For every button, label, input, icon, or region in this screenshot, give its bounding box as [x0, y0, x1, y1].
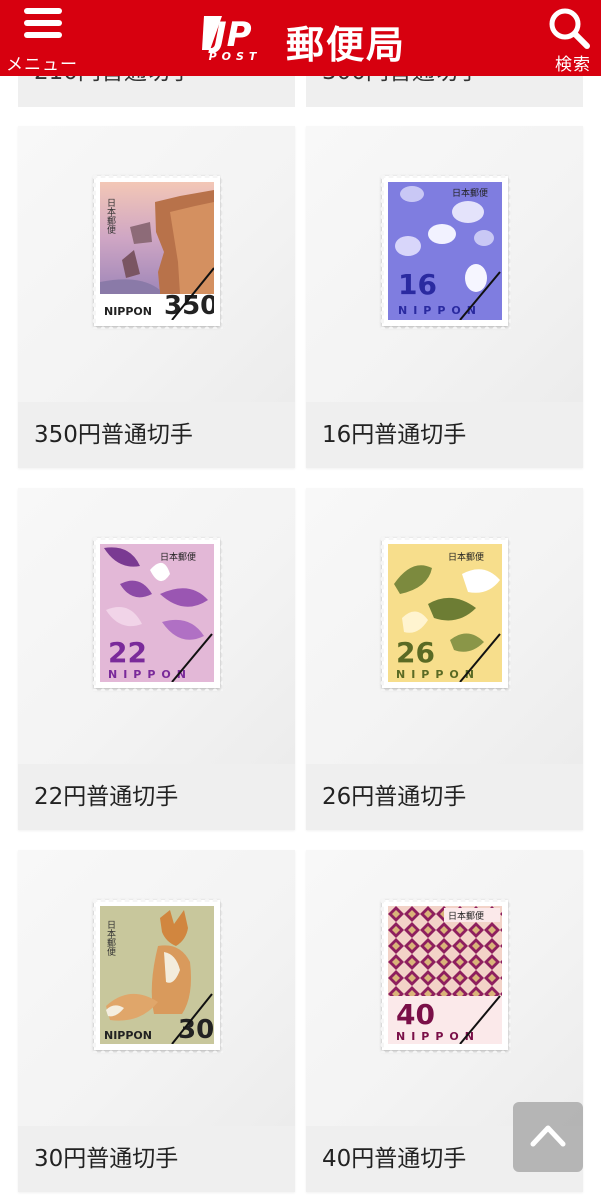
product-image-area: 日本郵便 22 NIPPON	[18, 488, 295, 764]
svg-text:日本郵便: 日本郵便	[105, 198, 116, 235]
svg-text:NIPPON: NIPPON	[104, 305, 152, 318]
product-image-area: 日本郵便 NIPPON 350	[18, 126, 295, 402]
chevron-up-icon	[530, 1125, 566, 1147]
stamp-artwork-fox: 日本郵便 NIPPON 30	[100, 906, 214, 1044]
product-image-area: 日本郵便 16 NIPPON	[306, 126, 583, 402]
product-label: 26円普通切手	[306, 764, 583, 830]
menu-button[interactable]: メニュー	[0, 0, 86, 76]
stamp-artwork-birds: 日本郵便 26 NIPPON	[388, 544, 502, 682]
product-label: 30円普通切手	[18, 1126, 295, 1192]
svg-text:40: 40	[396, 998, 435, 1031]
stamp-image: 日本郵便 16 NIPPON	[382, 176, 508, 326]
product-label: 22円普通切手	[18, 764, 295, 830]
product-label: 16円普通切手	[306, 402, 583, 468]
search-button[interactable]: 検索	[531, 0, 601, 76]
stamp-image: 日本郵便 NIPPON 30	[94, 900, 220, 1050]
product-card[interactable]: 日本郵便 22 NIPPON 22円普通切手	[18, 488, 295, 830]
menu-label: メニュー	[6, 55, 78, 75]
product-card[interactable]: 日本郵便 NIPPON 350 350円普通切手	[18, 126, 295, 468]
product-image-area: 日本郵便 40 NIPPON	[306, 850, 583, 1126]
stamp-image: 日本郵便 NIPPON 350	[94, 176, 220, 326]
svg-text:350: 350	[164, 291, 214, 320]
scroll-to-top-button[interactable]	[513, 1102, 583, 1172]
svg-text:日本郵便: 日本郵便	[448, 551, 484, 563]
stamp-artwork-leaves: 日本郵便 22 NIPPON	[100, 544, 214, 682]
stamp-artwork-shells: 日本郵便 16 NIPPON	[388, 182, 502, 320]
svg-text:NIPPON: NIPPON	[104, 1029, 152, 1042]
product-grid: 210円普通切手 300円普通切手 日本郵便 NIPPON 350 350円普通…	[0, 0, 601, 1200]
svg-text:日本郵便: 日本郵便	[448, 910, 484, 922]
product-card[interactable]: 日本郵便 NIPPON 30 30円普通切手	[18, 850, 295, 1192]
svg-text:NIPPON: NIPPON	[398, 304, 482, 317]
hamburger-icon	[24, 8, 62, 38]
stamp-image: 日本郵便 26 NIPPON	[382, 538, 508, 688]
search-label: 検索	[555, 55, 591, 75]
svg-text:JP: JP	[208, 15, 252, 55]
magnifier-icon	[549, 8, 590, 49]
svg-text:16: 16	[398, 268, 437, 301]
stamp-artwork-pattern: 日本郵便 40 NIPPON	[388, 906, 502, 1044]
svg-text:26: 26	[396, 636, 435, 669]
product-image-area: 日本郵便 26 NIPPON	[306, 488, 583, 764]
svg-text:日本郵便: 日本郵便	[105, 920, 116, 957]
product-card[interactable]: 日本郵便 16 NIPPON 16円普通切手	[306, 126, 583, 468]
product-label: 350円普通切手	[18, 402, 295, 468]
svg-text:日本郵便: 日本郵便	[160, 551, 196, 563]
logo-subtext: POST	[208, 50, 262, 63]
stamp-artwork-cliffs: 日本郵便 NIPPON 350	[100, 182, 214, 320]
product-card[interactable]: 日本郵便 26 NIPPON 26円普通切手	[306, 488, 583, 830]
product-image-area: 日本郵便 NIPPON 30	[18, 850, 295, 1126]
stamp-image: 日本郵便 40 NIPPON	[382, 900, 508, 1050]
stamp-image: 日本郵便 22 NIPPON	[94, 538, 220, 688]
brand-title: 郵便局	[286, 23, 407, 67]
site-header: メニュー JP POST 郵便局 検索	[0, 0, 601, 76]
svg-text:日本郵便: 日本郵便	[452, 187, 488, 199]
svg-text:22: 22	[108, 636, 147, 669]
